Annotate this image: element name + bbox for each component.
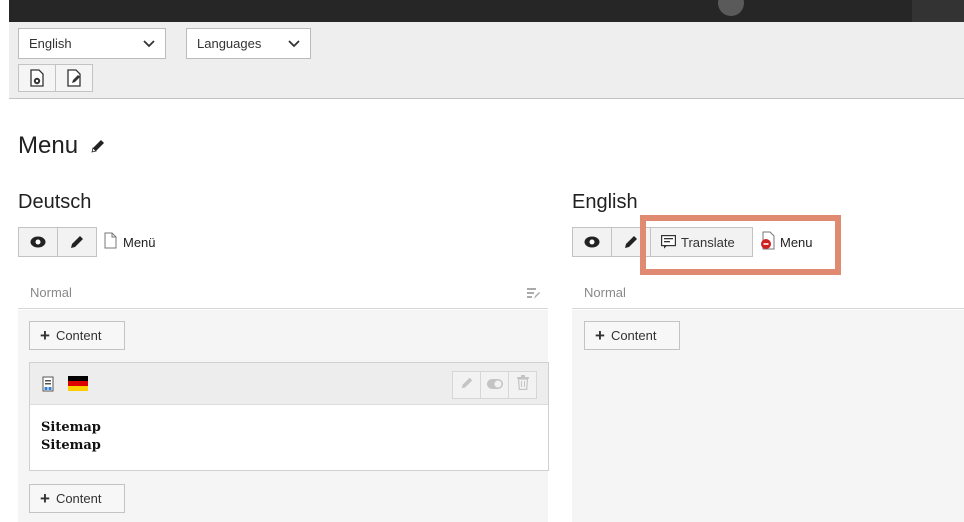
- language-select[interactable]: English: [18, 28, 166, 59]
- content-element-header: [30, 363, 548, 405]
- column-header-left: Normal: [18, 276, 548, 309]
- edit-button-left[interactable]: [57, 227, 97, 257]
- flag-de-icon: [68, 376, 88, 391]
- view-page-button[interactable]: [18, 64, 56, 92]
- top-bar-corner: [912, 0, 964, 22]
- languages-select[interactable]: Languages: [186, 28, 311, 59]
- content-element-subtitle: Sitemap: [41, 438, 101, 453]
- top-bar-dark: [9, 0, 964, 22]
- plus-icon: +: [40, 326, 50, 345]
- column-name-left: Normal: [30, 285, 72, 300]
- edit-page-properties-icon: [66, 69, 82, 87]
- column-name-right: Normal: [584, 285, 626, 300]
- view-page-icon: [29, 69, 45, 87]
- language-select-value: English: [29, 36, 72, 51]
- top-bar: [0, 0, 964, 22]
- translate-highlight-box: [640, 215, 841, 275]
- add-content-button-right[interactable]: + Content: [584, 321, 680, 350]
- column-language-deutsch: Deutsch: [18, 191, 92, 213]
- chevron-down-icon: [143, 29, 155, 69]
- add-content-label-bottom: Content: [55, 491, 102, 506]
- add-content-label: Content: [55, 328, 102, 343]
- page-link-left[interactable]: Menü: [104, 232, 156, 252]
- column-edit-icon[interactable]: [526, 276, 540, 312]
- view-button-right[interactable]: [572, 227, 612, 257]
- trash-icon: [516, 375, 529, 395]
- plus-icon: +: [595, 326, 605, 345]
- pencil-icon[interactable]: [90, 133, 106, 161]
- page-link-left-label: Menü: [123, 234, 156, 250]
- add-content-button-bottom[interactable]: + Content: [29, 484, 125, 513]
- page-title-text: Menu: [18, 131, 79, 159]
- content-element[interactable]: Sitemap Sitemap: [29, 362, 549, 471]
- column-language-english: English: [572, 191, 638, 213]
- toggle-icon: [486, 376, 503, 394]
- add-content-button-top[interactable]: + Content: [29, 321, 125, 350]
- pencil-icon: [623, 234, 639, 250]
- pencil-icon: [460, 376, 474, 395]
- toggle-visibility-button[interactable]: [480, 371, 509, 399]
- eye-icon: [30, 236, 46, 248]
- column-header-right: Normal: [572, 276, 964, 309]
- languages-select-value: Languages: [197, 36, 262, 51]
- delete-element-button[interactable]: [508, 371, 537, 399]
- content-element-body: Sitemap Sitemap: [30, 405, 548, 469]
- page-title: Menu: [18, 130, 106, 161]
- chevron-down-icon: [288, 29, 300, 69]
- view-button-left[interactable]: [18, 227, 58, 257]
- add-content-label-right: Content: [610, 328, 657, 343]
- edit-element-button[interactable]: [452, 371, 481, 399]
- content-element-tools: [452, 371, 537, 399]
- eye-icon: [584, 236, 600, 248]
- plus-icon: +: [40, 489, 50, 508]
- doc-header: English Languages: [9, 22, 964, 99]
- pencil-icon: [69, 234, 85, 250]
- sitemap-icon[interactable]: [42, 376, 54, 397]
- page-icon: [104, 232, 117, 252]
- content-element-title: Sitemap: [41, 420, 101, 435]
- edit-page-properties-button[interactable]: [55, 64, 93, 92]
